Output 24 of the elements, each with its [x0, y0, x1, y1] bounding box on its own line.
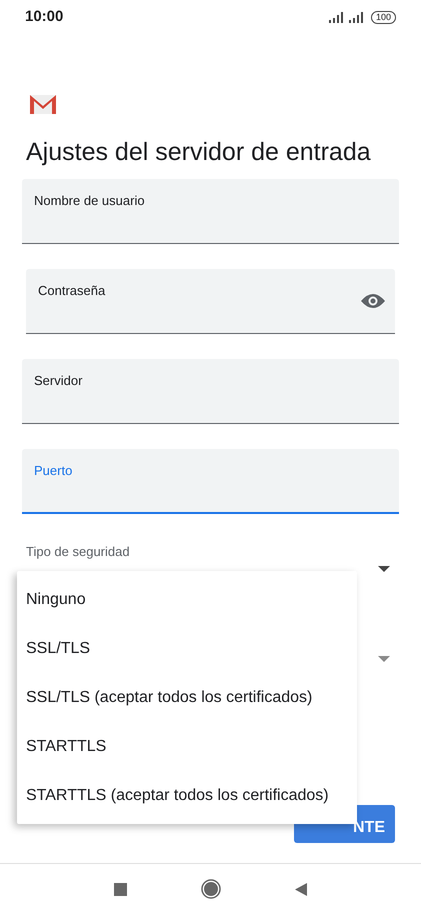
signal-icon: [328, 12, 345, 23]
field-label: Servidor: [34, 372, 82, 390]
envelope-icon: [30, 95, 56, 114]
battery-indicator: 100: [370, 11, 396, 24]
status-time: 10:00: [25, 7, 64, 28]
menu-item[interactable]: Ninguno: [17, 575, 357, 624]
menu-item[interactable]: STARTTLS: [17, 722, 357, 771]
input-field[interactable]: Servidor: [22, 359, 399, 424]
eye-icon[interactable]: [361, 293, 385, 309]
input-field[interactable]: Puerto: [22, 449, 399, 514]
field-label: Puerto: [34, 462, 72, 480]
field-label: Nombre de usuario: [34, 192, 145, 210]
signal-icon: [348, 12, 365, 23]
dropdown-label: Tipo de seguridad: [26, 543, 130, 561]
back-icon[interactable]: [295, 882, 307, 896]
menu-item[interactable]: SSL/TLS: [17, 624, 357, 673]
home-icon[interactable]: [201, 879, 221, 899]
page-title: Ajustes del servidor de entrada: [26, 137, 372, 167]
input-field[interactable]: Contraseña: [26, 269, 395, 334]
field-label: Contraseña: [38, 282, 106, 300]
menu-item[interactable]: SSL/TLS (aceptar todos los certificados): [17, 673, 357, 722]
input-field[interactable]: Nombre de usuario: [22, 179, 399, 244]
dropdown-arrow-icon[interactable]: [378, 566, 390, 572]
recents-icon[interactable]: [114, 882, 127, 896]
